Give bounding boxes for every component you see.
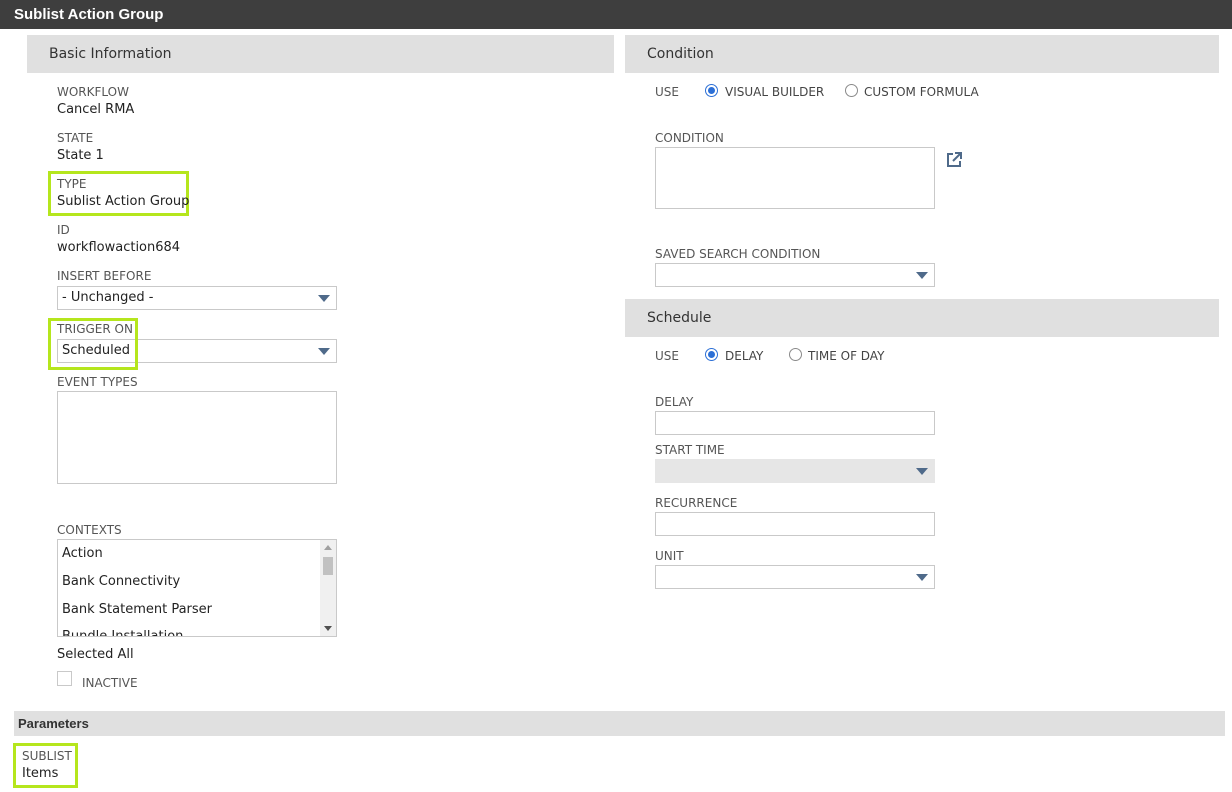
id-value: workflowaction684 (57, 240, 181, 255)
parameters-header: Parameters (14, 711, 1225, 736)
saved-search-label: SAVED SEARCH CONDITION (655, 247, 821, 261)
chevron-down-icon (318, 295, 330, 302)
condition-textarea[interactable] (655, 147, 935, 209)
unit-select[interactable] (655, 565, 935, 589)
inactive-label: INACTIVE (82, 676, 138, 690)
basic-information-header: Basic Information (27, 35, 614, 73)
delay-label: DELAY (655, 395, 694, 409)
insert-before-value: - Unchanged - (62, 290, 154, 305)
condition-use-label: USE (655, 85, 679, 99)
selected-all-link[interactable]: Selected All (57, 647, 134, 662)
chevron-down-icon (916, 272, 928, 279)
sublist-label: SUBLIST (22, 749, 72, 763)
event-types-multiselect[interactable] (57, 391, 337, 484)
saved-search-select[interactable] (655, 263, 935, 287)
type-value: Sublist Action Group (57, 194, 190, 209)
time-of-day-label: TIME OF DAY (808, 349, 885, 363)
type-label: TYPE (57, 177, 87, 191)
schedule-header: Schedule (625, 299, 1219, 337)
id-label: ID (57, 223, 70, 237)
unit-label: UNIT (655, 549, 684, 563)
chevron-down-icon (318, 348, 330, 355)
visual-builder-radio[interactable] (705, 84, 718, 97)
time-of-day-radio[interactable] (789, 348, 802, 361)
inactive-checkbox[interactable] (57, 671, 72, 686)
sublist-value: Items (22, 766, 59, 781)
contexts-multiselect[interactable]: Action Bank Connectivity Bank Statement … (57, 539, 337, 637)
scroll-up-icon[interactable] (324, 545, 332, 550)
condition-label: CONDITION (655, 131, 724, 145)
delay-radio[interactable] (705, 348, 718, 361)
contexts-scrollbar[interactable] (320, 540, 336, 636)
start-time-select[interactable] (655, 459, 935, 483)
scroll-thumb[interactable] (323, 557, 333, 575)
contexts-label: CONTEXTS (57, 523, 122, 537)
window-title: Sublist Action Group (0, 0, 1232, 29)
start-time-label: START TIME (655, 443, 725, 457)
schedule-use-label: USE (655, 349, 679, 363)
visual-builder-label: VISUAL BUILDER (725, 85, 825, 99)
delay-input[interactable] (655, 411, 935, 435)
insert-before-select[interactable]: - Unchanged - (57, 286, 337, 310)
condition-header: Condition (625, 35, 1219, 73)
workflow-value: Cancel RMA (57, 102, 135, 117)
chevron-down-icon (916, 468, 928, 475)
insert-before-label: INSERT BEFORE (57, 269, 152, 283)
state-value: State 1 (57, 148, 104, 163)
list-item[interactable]: Action (62, 546, 103, 561)
list-item[interactable]: Bank Connectivity (62, 574, 180, 589)
event-types-label: EVENT TYPES (57, 375, 138, 389)
list-item[interactable]: Bundle Installation (62, 629, 183, 636)
workflow-label: WORKFLOW (57, 85, 129, 99)
chevron-down-icon (916, 574, 928, 581)
open-external-icon[interactable] (945, 151, 963, 169)
scroll-down-icon[interactable] (324, 626, 332, 631)
delay-option-label: DELAY (725, 349, 764, 363)
recurrence-input[interactable] (655, 512, 935, 536)
custom-formula-radio[interactable] (845, 84, 858, 97)
custom-formula-label: CUSTOM FORMULA (864, 85, 979, 99)
trigger-on-highlight (48, 318, 138, 370)
state-label: STATE (57, 131, 94, 145)
list-item[interactable]: Bank Statement Parser (62, 602, 212, 617)
recurrence-label: RECURRENCE (655, 496, 738, 510)
